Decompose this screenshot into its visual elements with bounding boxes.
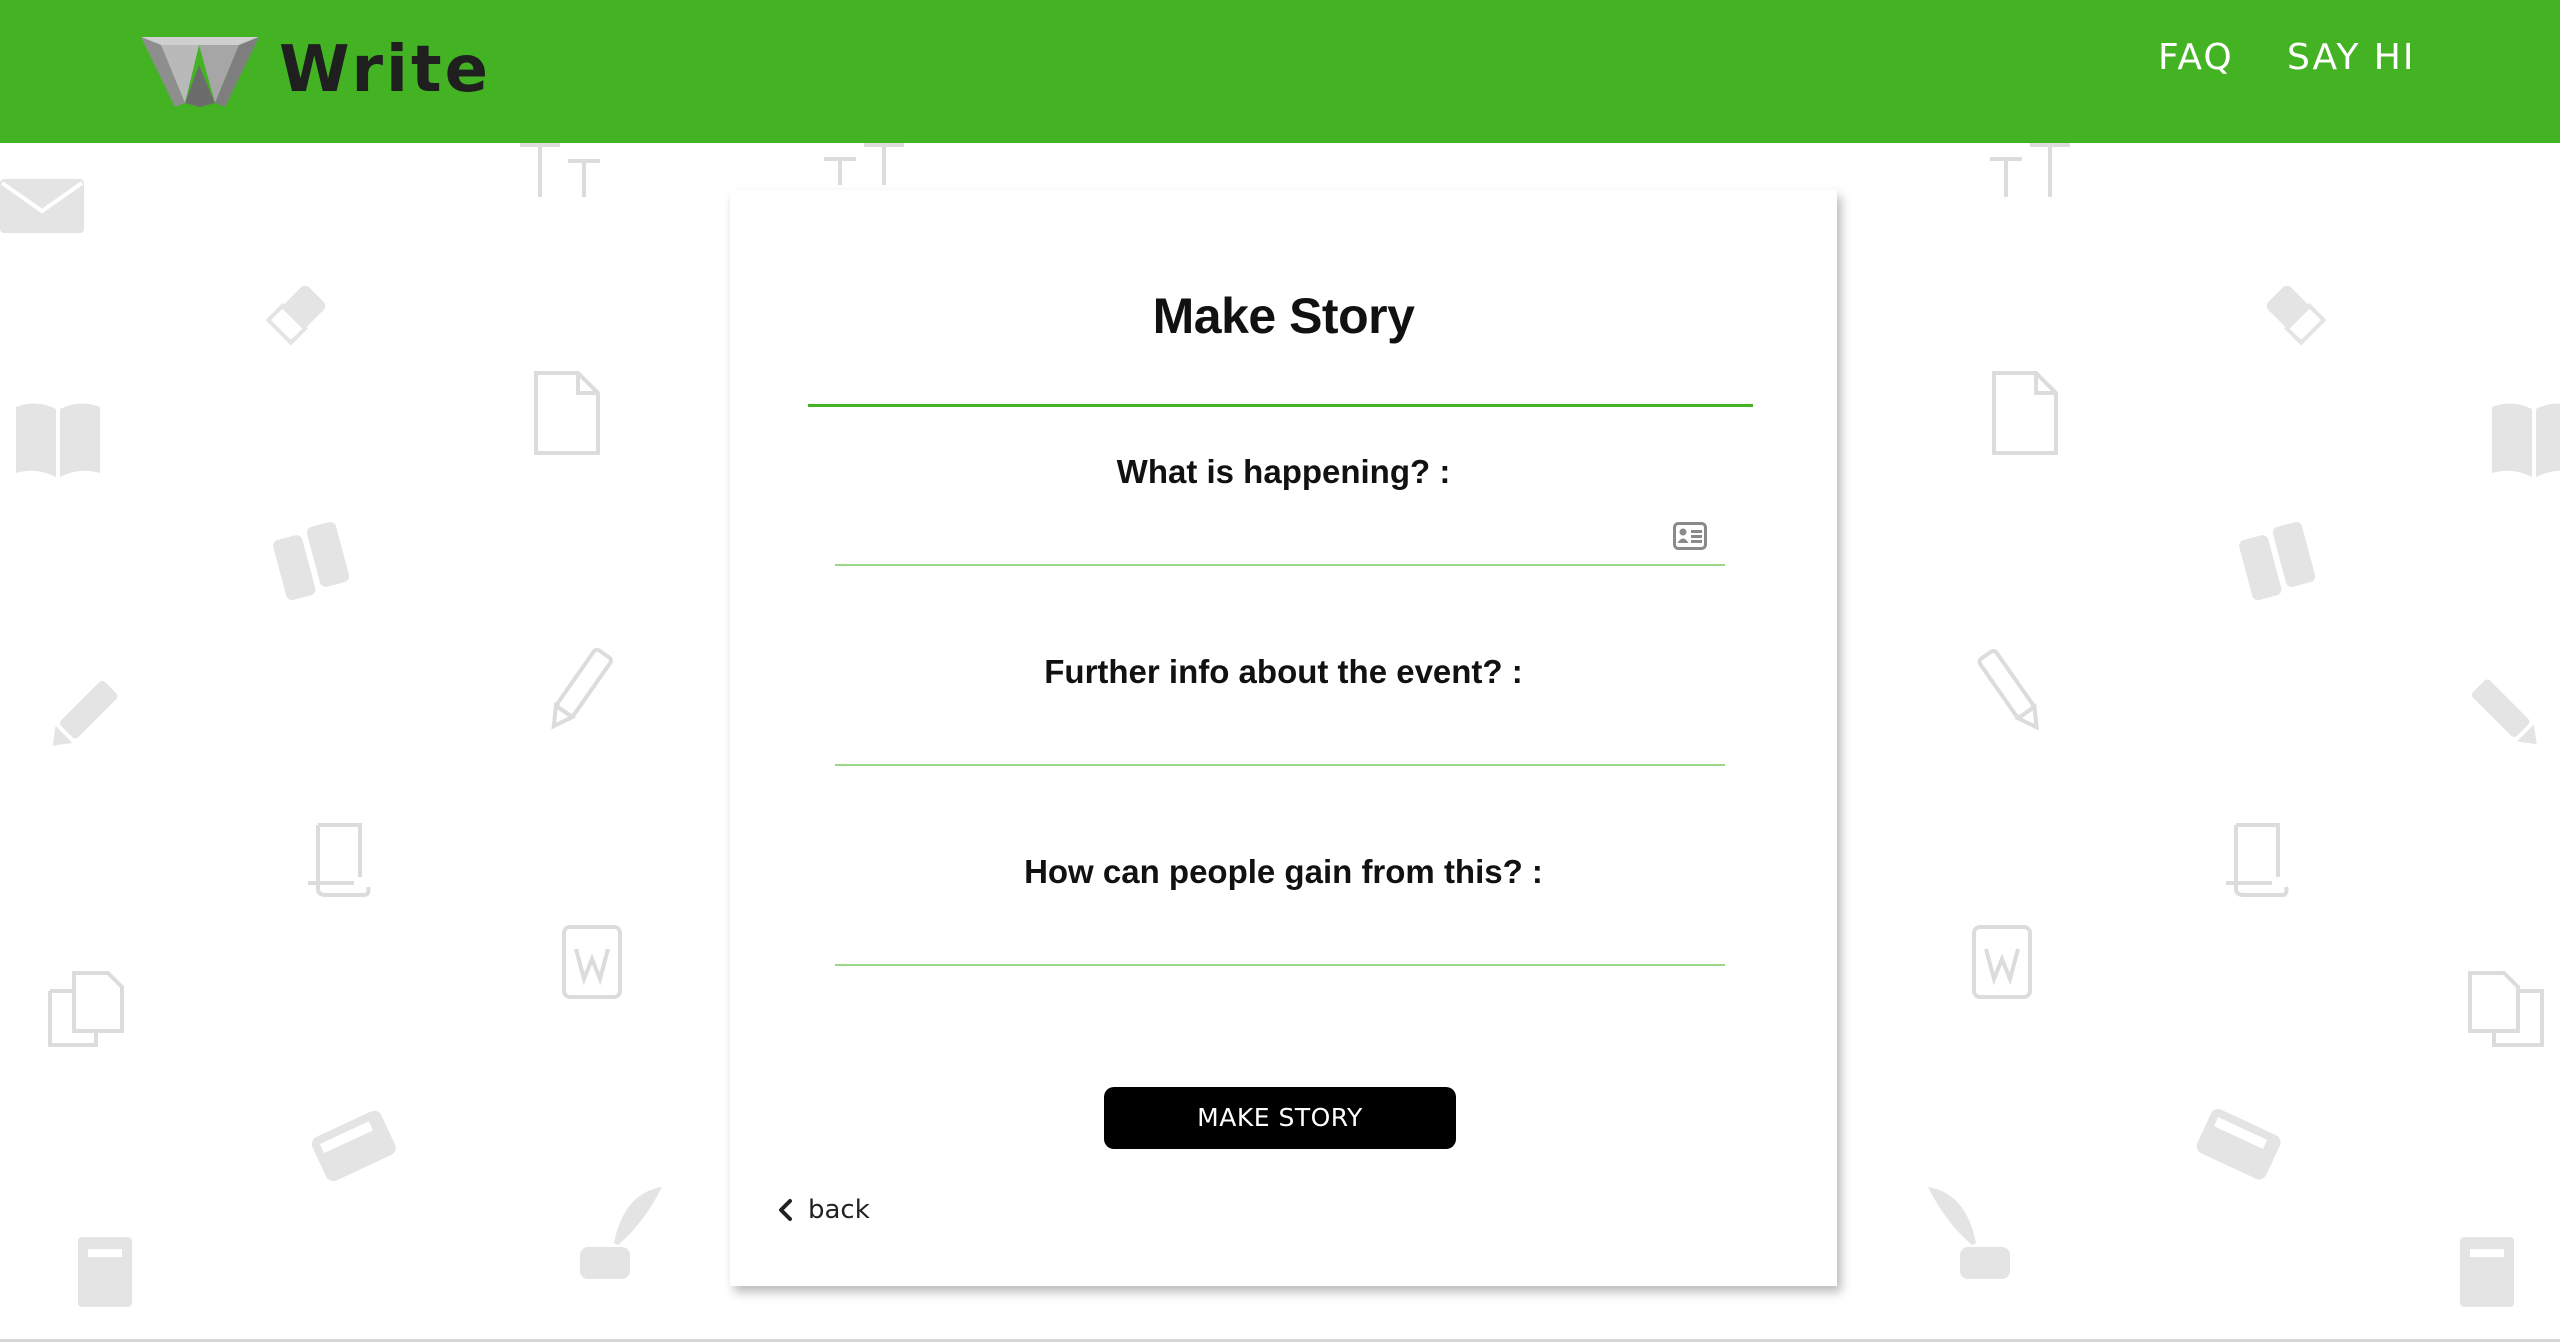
people-gain-label: How can people gain from this? :	[1024, 853, 1543, 890]
people-gain-input[interactable]	[835, 910, 1725, 966]
what-is-happening-input[interactable]	[835, 510, 1725, 566]
books-icon	[2239, 521, 2316, 601]
what-is-happening-label: What is happening? :	[1116, 453, 1451, 490]
contact-card-icon[interactable]	[1673, 522, 1707, 550]
further-info-label: Further info about the event? :	[1044, 653, 1523, 690]
word-document-icon	[1972, 925, 2032, 999]
copy-documents-icon	[48, 971, 124, 1047]
scroll-icon	[308, 823, 371, 897]
page-title: Make Story	[1152, 288, 1415, 344]
text-size-icon	[520, 143, 600, 197]
notebook-icon	[78, 1237, 132, 1307]
document-icon	[534, 371, 600, 455]
quill-ink-icon	[580, 1187, 662, 1279]
back-label: back	[808, 1195, 870, 1225]
eraser-icon	[265, 285, 326, 346]
text-size-icon	[824, 143, 904, 185]
pen-icon	[551, 647, 613, 730]
text-size-icon	[1990, 143, 2070, 197]
logo-icon[interactable]	[141, 37, 259, 107]
marker-icon	[2471, 679, 2537, 745]
books-icon	[273, 521, 350, 601]
brand-name[interactable]: Write	[279, 30, 491, 110]
book-icon	[2196, 1109, 2281, 1180]
marker-icon	[52, 680, 118, 746]
quill-ink-icon	[1928, 1187, 2010, 1279]
bottom-divider	[0, 1339, 2560, 1342]
nav-faq-link[interactable]: FAQ	[2158, 34, 2234, 82]
copy-documents-icon	[2468, 971, 2544, 1047]
make-story-button[interactable]: MAKE STORY	[1104, 1087, 1456, 1149]
top-nav-bar: Write FAQ SAY HI	[0, 0, 2560, 143]
notebook-icon	[2460, 1237, 2514, 1307]
open-book-icon	[16, 403, 100, 477]
eraser-icon	[2266, 285, 2327, 346]
pen-icon	[1977, 649, 2039, 731]
scroll-icon	[2226, 823, 2289, 897]
nav-say-hi-link[interactable]: SAY HI	[2287, 34, 2415, 82]
make-story-card: Make Story What is happening? : Further …	[730, 190, 1837, 1286]
word-document-icon	[562, 925, 622, 999]
book-icon	[311, 1110, 396, 1182]
document-icon	[1992, 371, 2058, 455]
title-divider	[808, 404, 1753, 407]
open-book-icon	[2492, 403, 2560, 477]
chevron-left-icon	[779, 1199, 792, 1221]
envelope-icon	[0, 179, 84, 233]
back-link[interactable]: back	[776, 1190, 870, 1230]
further-info-input[interactable]	[835, 710, 1725, 766]
